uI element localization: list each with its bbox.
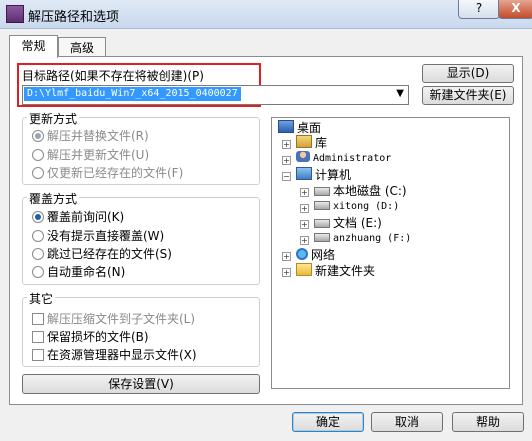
target-path-combo[interactable]: D:\Ylmf_baidu_Win7_x64_2015_0400027 ▼: [22, 85, 409, 105]
update-option-existing[interactable]: 仅更新已经存在的文件(F): [32, 164, 183, 181]
overwrite-option-rename[interactable]: 自动重命名(N): [32, 263, 125, 280]
tree-item-library[interactable]: 库: [296, 135, 327, 151]
folder-icon: [296, 263, 312, 276]
drive-icon: [314, 201, 330, 210]
title-bar: 解压路径和选项 ? X: [0, 0, 532, 29]
tree-item-administrator[interactable]: Administrator: [296, 151, 391, 167]
expand-icon[interactable]: +: [300, 204, 309, 213]
radio-icon: [32, 211, 44, 223]
tab-general[interactable]: 常规: [9, 35, 58, 58]
checkbox-icon: [32, 313, 44, 325]
collapse-icon[interactable]: −: [282, 172, 291, 181]
save-settings-button[interactable]: 保存设置(V): [22, 374, 260, 394]
window-title: 解压路径和选项: [28, 10, 120, 25]
misc-option-show-explorer[interactable]: 在资源管理器中显示文件(X): [32, 346, 197, 363]
tree-item-drive-f[interactable]: anzhuang (F:): [314, 231, 411, 247]
help-button[interactable]: 帮助: [452, 412, 524, 432]
desktop-icon: [278, 120, 294, 133]
checkbox-icon: [32, 331, 44, 343]
cancel-button[interactable]: 取消: [371, 412, 443, 432]
overwrite-option-ask[interactable]: 覆盖前询问(K): [32, 208, 124, 225]
expand-icon[interactable]: +: [300, 220, 309, 229]
radio-icon: [32, 230, 44, 242]
tree-item-drive-d[interactable]: xitong (D:): [314, 199, 399, 215]
tab-panel: 目标路径(如果不存在将被创建)(P) D:\Ylmf_baidu_Win7_x6…: [9, 56, 523, 405]
show-button[interactable]: 显示(D): [422, 64, 514, 83]
chevron-down-icon[interactable]: ▼: [396, 88, 404, 99]
radio-icon: [32, 266, 44, 278]
expand-icon[interactable]: +: [300, 236, 309, 245]
misc-option-subfolder[interactable]: 解压压缩文件到子文件夹(L): [32, 310, 195, 327]
update-option-replace[interactable]: 解压并替换文件(R): [32, 127, 149, 144]
misc-option-keep-broken[interactable]: 保留损坏的文件(B): [32, 328, 149, 345]
expand-icon[interactable]: +: [282, 140, 291, 149]
tree-item-drive-e[interactable]: 文档 (E:): [314, 215, 382, 231]
folder-tree[interactable]: 桌面 + 库 + Administrator − 计算机 + 本地磁盘 (C:)…: [271, 117, 510, 389]
drive-icon: [314, 219, 330, 228]
tree-item-new-folder[interactable]: 新建文件夹: [296, 263, 375, 279]
radio-icon: [32, 167, 44, 179]
drive-icon: [314, 233, 330, 242]
expand-icon[interactable]: +: [282, 268, 291, 277]
help-title-button[interactable]: ?: [458, 0, 500, 19]
expand-icon[interactable]: +: [300, 188, 309, 197]
network-icon: [296, 248, 308, 260]
overwrite-option-silent[interactable]: 没有提示直接覆盖(W): [32, 227, 164, 244]
radio-icon: [32, 149, 44, 161]
misc-title: 其它: [27, 290, 56, 307]
overwrite-mode-title: 覆盖方式: [27, 190, 80, 207]
update-option-update[interactable]: 解压并更新文件(U): [32, 146, 149, 163]
ok-button[interactable]: 确定: [292, 412, 364, 432]
tree-item-network[interactable]: 网络: [296, 247, 335, 263]
user-icon: [296, 151, 310, 162]
tree-item-drive-c[interactable]: 本地磁盘 (C:): [314, 183, 407, 199]
target-path-value: D:\Ylmf_baidu_Win7_x64_2015_0400027: [24, 87, 241, 101]
radio-icon: [32, 130, 44, 142]
library-icon: [296, 135, 312, 148]
new-folder-button[interactable]: 新建文件夹(E): [422, 86, 514, 105]
winrar-icon: [6, 5, 24, 23]
expand-icon[interactable]: +: [282, 252, 291, 261]
tab-advanced[interactable]: 高级: [58, 37, 106, 58]
expand-icon[interactable]: +: [282, 156, 291, 165]
update-mode-title: 更新方式: [27, 110, 80, 127]
overwrite-option-skip[interactable]: 跳过已经存在的文件(S): [32, 245, 172, 262]
tree-item-desktop[interactable]: 桌面: [278, 120, 321, 136]
close-button[interactable]: X: [498, 0, 532, 19]
checkbox-icon: [32, 349, 44, 361]
radio-icon: [32, 248, 44, 260]
drive-icon: [314, 187, 330, 196]
computer-icon: [296, 167, 312, 180]
tree-item-computer[interactable]: 计算机: [296, 167, 351, 183]
